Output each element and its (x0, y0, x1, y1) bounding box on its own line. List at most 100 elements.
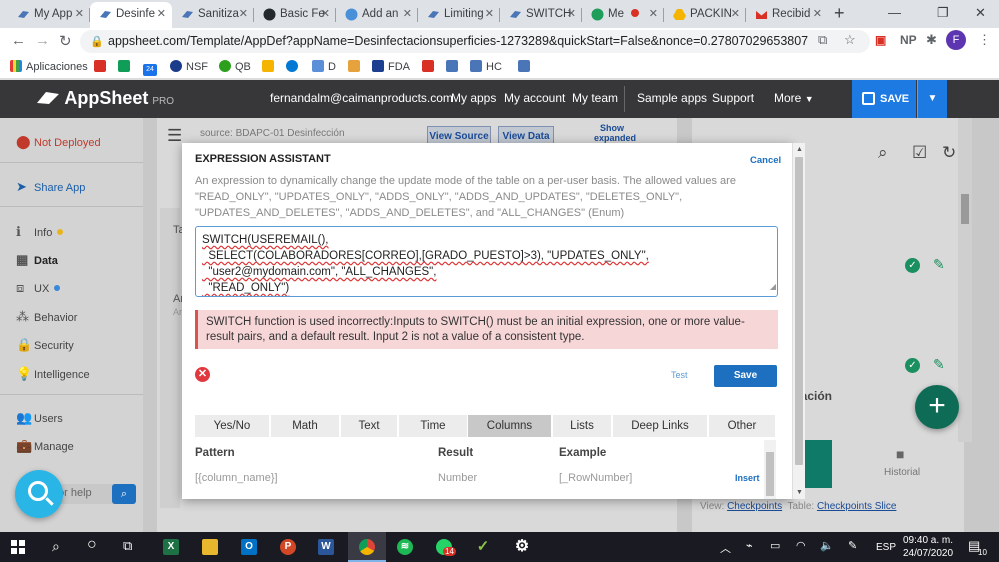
browser-tab[interactable]: Recibid ✕ (746, 2, 828, 28)
tab-close-icon[interactable]: ✕ (567, 2, 576, 26)
url-text[interactable]: appsheet.com/Template/AppDef?appName=Des… (108, 34, 808, 48)
extensions-puzzle-icon[interactable]: ✱ (926, 32, 937, 48)
nav-sample-apps[interactable]: Sample apps (637, 91, 707, 105)
save-expression-button[interactable]: Save (714, 365, 777, 387)
back-icon[interactable]: ← (11, 32, 26, 49)
sidebar-not-deployed[interactable]: ⬤ Not Deployed (16, 134, 101, 150)
cortana-icon[interactable]: ○ (87, 536, 97, 554)
tab-close-icon[interactable]: ✕ (485, 2, 494, 26)
appsheet-logo[interactable]: AppSheet PRO (36, 88, 174, 109)
preview-scrollbar[interactable] (958, 118, 972, 442)
bookmark-flask[interactable] (348, 60, 364, 73)
browser-tab[interactable]: My App ✕ (8, 2, 90, 28)
save-dropdown-icon[interactable]: ▼ (917, 80, 947, 118)
search-icon[interactable]: ⌕ (878, 143, 888, 163)
extension-np[interactable]: NP (900, 33, 917, 47)
address-bar[interactable]: 🔒 appsheet.com/Template/AppDef?appName=D… (80, 30, 870, 53)
checkbox-icon[interactable]: ☑ (912, 143, 927, 163)
cancel-button[interactable]: Cancel (750, 155, 781, 166)
tab-text[interactable]: Text (341, 415, 397, 437)
scroll-down-icon[interactable]: ▼ (796, 489, 803, 496)
test-link[interactable]: Test (671, 370, 688, 380)
sidebar-item-manage[interactable]: 💼 Manage (16, 438, 74, 454)
nav-support[interactable]: Support (712, 91, 754, 105)
browser-tab[interactable]: PACKIN ✕ (664, 2, 746, 28)
scroll-up-icon[interactable]: ▲ (796, 146, 803, 153)
tab-close-icon[interactable]: ✕ (239, 2, 248, 26)
bookmark-calendar[interactable]: 24 (143, 60, 161, 76)
tab-time[interactable]: Time (399, 415, 467, 437)
bookmark-sheets[interactable] (118, 60, 134, 73)
sidebar-item-ux[interactable]: ⧈ UX (16, 280, 61, 296)
table-link[interactable]: Checkpoints Slice (817, 501, 896, 512)
functions-table-scrollbar[interactable] (764, 440, 776, 499)
tab-other[interactable]: Other (709, 415, 775, 437)
help-search-fab[interactable] (15, 470, 63, 518)
nav-my-team[interactable]: My team (572, 91, 618, 105)
nav-more[interactable]: More ▼ (774, 91, 814, 105)
wifi-icon[interactable]: ◠ (796, 539, 806, 552)
tray-chevron-up-icon[interactable]: ︿ (720, 540, 731, 556)
bookmark-drive[interactable] (262, 60, 278, 73)
sidebar-item-data[interactable]: ▦ Data (16, 252, 58, 268)
profile-avatar[interactable]: F (946, 30, 966, 50)
chrome-icon[interactable] (359, 539, 375, 555)
sidebar-item-info[interactable]: ℹ Info (16, 224, 64, 240)
tab-close-icon[interactable]: ✕ (75, 2, 84, 26)
add-fab-button[interactable]: + (915, 385, 959, 429)
sidebar-item-intelligence[interactable]: 💡 Intelligence (16, 366, 90, 382)
edit-icon[interactable]: ✎ (933, 256, 945, 273)
bookmark-fda[interactable]: FDA (372, 60, 410, 73)
reload-icon[interactable]: ↻ (59, 32, 72, 50)
bookmark-qb[interactable]: QB (219, 60, 251, 73)
browser-tab[interactable]: Add an ✕ (336, 2, 418, 28)
menu-kebab-icon[interactable]: ⋮ (978, 32, 991, 48)
tab-math[interactable]: Math (271, 415, 339, 437)
bookmark-appsheet[interactable] (446, 60, 462, 73)
sidebar-item-behavior[interactable]: ⁂ Behavior (16, 309, 77, 325)
bookmark-gmail[interactable] (94, 60, 110, 73)
tab-close-icon[interactable]: ✕ (403, 2, 412, 26)
forward-icon[interactable]: → (35, 32, 50, 49)
file-explorer-icon[interactable] (202, 539, 218, 555)
minimize-icon[interactable]: — (888, 5, 901, 20)
network-icon[interactable]: ⌁ (746, 539, 753, 552)
bookmark-onedrive[interactable] (286, 60, 302, 73)
settings-gear-icon[interactable]: ⚙ (514, 539, 530, 555)
clock-date[interactable]: 24/07/2020 (903, 548, 953, 559)
refresh-icon[interactable]: ↻ (942, 143, 956, 163)
excel-icon[interactable]: X (163, 539, 179, 555)
insert-link[interactable]: Insert (735, 473, 760, 483)
tab-close-icon[interactable]: ✕ (731, 2, 740, 26)
save-button[interactable]: SAVE (852, 80, 916, 118)
browser-tab[interactable]: Basic Fe ✕ (254, 2, 336, 28)
bookmark-apps[interactable]: Aplicaciones (10, 60, 88, 73)
task-view-icon[interactable]: ⧉ (123, 538, 132, 554)
tab-yes-no[interactable]: Yes/No (195, 415, 269, 437)
battery-icon[interactable]: ▭ (770, 539, 780, 552)
view-link[interactable]: Checkpoints (727, 501, 782, 512)
show-expanded-link[interactable]: Show expanded (594, 123, 636, 143)
tab-close-icon[interactable]: ✕ (813, 2, 822, 26)
historial-label[interactable]: Historial (884, 467, 920, 478)
resize-handle-icon[interactable]: ◢ (770, 279, 776, 295)
search-icon[interactable]: ⌕ (112, 484, 136, 504)
new-tab-button[interactable]: + (834, 3, 845, 24)
pen-icon[interactable]: ✎ (848, 539, 857, 552)
word-icon[interactable]: W (318, 539, 334, 555)
tab-close-icon[interactable]: ✕ (157, 2, 166, 26)
dialog-scrollbar[interactable]: ▲ ▼ (792, 143, 805, 499)
bookmark-d[interactable]: D (312, 60, 336, 73)
tab-close-icon[interactable]: ✕ (321, 2, 330, 26)
sidebar-share-app[interactable]: ➤ Share App (16, 179, 85, 195)
tab-columns[interactable]: Columns (468, 415, 551, 437)
tab-lists[interactable]: Lists (553, 415, 611, 437)
translate-icon[interactable]: ⧉ (818, 32, 827, 48)
browser-tab[interactable]: SWITCH ✕ (500, 2, 582, 28)
tab-deep-links[interactable]: Deep Links (613, 415, 707, 437)
extension-shield-icon[interactable]: ▣ (875, 33, 886, 47)
input-language[interactable]: ESP (876, 542, 896, 553)
leaf-app-icon[interactable]: ✓ (475, 539, 491, 555)
clock-time[interactable]: 09:40 a. m. (903, 535, 953, 546)
bookmark-nsf[interactable]: NSF (170, 60, 208, 73)
